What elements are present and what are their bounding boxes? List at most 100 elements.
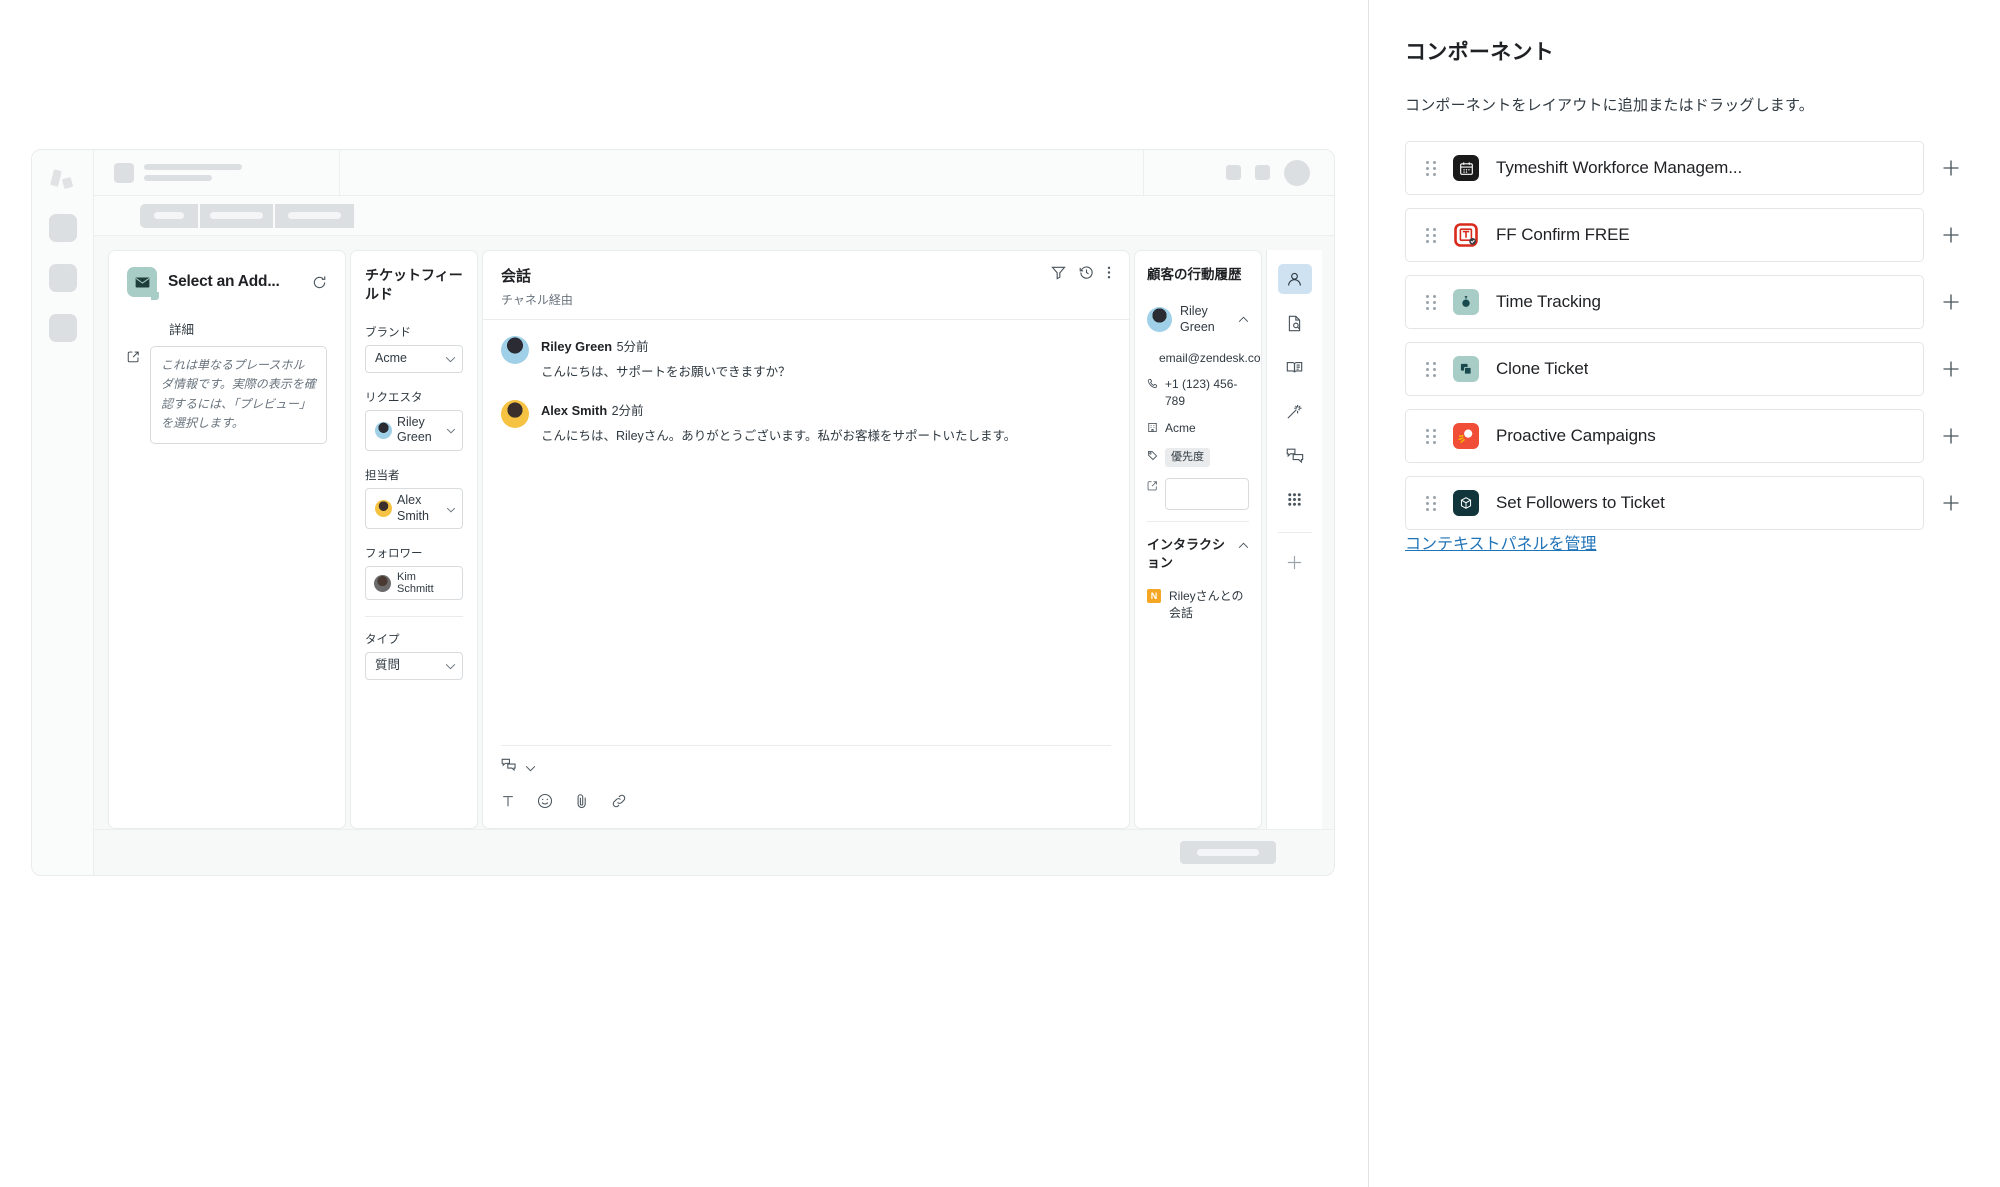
field-label: タイプ [365,634,400,647]
organization-icon [1147,420,1158,437]
phone-icon [1147,376,1158,393]
component-item-clone-ticket[interactable]: Clone Ticket [1405,342,1924,396]
refresh-icon[interactable] [312,275,327,290]
customer-phone: +1 (123) 456-789 [1165,377,1238,408]
apps-grid-icon[interactable] [1278,484,1312,514]
fields-divider [365,616,463,618]
message-time: 2分前 [611,404,644,418]
drag-handle-icon[interactable] [1426,361,1436,377]
chevron-down-icon [525,759,536,777]
field-type: タイプ 質問 [365,631,463,681]
component-label: Tymeshift Workforce Managem... [1496,158,1743,177]
knowledge-book-icon[interactable] [1278,352,1312,382]
drag-handle-icon[interactable] [1426,160,1436,176]
component-row: Proactive Campaigns [1405,409,1964,463]
customer-user-row[interactable]: Riley Green [1147,303,1249,336]
avatar-placeholder [1284,159,1310,186]
add-component-button[interactable] [1938,356,1964,382]
interaction-item[interactable]: N Rileyさんとの会話 [1147,588,1249,622]
calendar-app-icon [1453,155,1479,181]
message-author: Alex Smith [541,403,608,418]
add-component-button[interactable] [1938,155,1964,181]
component-row: Set Followers to Ticket [1405,476,1964,530]
conversation-messages: Riley Green 5分前 こんにちは、サポートをお願いできますか？ Ale… [483,320,1129,745]
note-edit-icon [1147,478,1158,495]
drag-handle-icon[interactable] [1426,227,1436,243]
topbar-middle-placeholder [340,150,1144,195]
preview-tabstrip [94,196,1334,236]
chevron-down-icon [445,352,456,366]
conversation-panel: 会話 チャネル経由 Riley Green 5分前 こんにちは、サポートをお願い… [482,250,1130,829]
side-panel-description: コンポーネントをレイアウトに追加またはドラッグします。 [1405,97,1814,114]
conversation-title-block: 会話 チャネル経由 [501,265,573,308]
conversation-title: 会話 [501,268,532,285]
customer-context-panel: 顧客の行動履歴 Riley Green email@zendesk.co +1 … [1134,250,1262,829]
add-icon[interactable] [1278,547,1312,577]
interactions-header[interactable]: インタラクション [1147,536,1249,572]
field-brand: ブランド Acme [365,324,463,373]
side-panel-title: コンポーネント [1405,41,1555,64]
layout-canvas: Select an Add... 詳細 これは単なるプレースホルダ情報です。実際… [0,0,1368,1187]
tag-icon [1147,448,1158,465]
component-item-time-tracking[interactable]: Time Tracking [1405,275,1924,329]
component-item-tymeshift[interactable]: Tymeshift Workforce Managem... [1405,141,1924,195]
conversation-subtitle: チャネル経由 [501,293,573,307]
topbar-window-controls [1144,150,1334,195]
drag-handle-icon[interactable] [1426,428,1436,444]
assignee-select[interactable]: Alex Smith [365,488,463,530]
emoji-icon[interactable] [537,793,553,814]
component-label: Clone Ticket [1496,359,1589,378]
requester-select[interactable]: Riley Green [365,409,463,452]
message-text: こんにちは、Rileyさん。ありがとうございます。私がお客様をサポートいたします… [541,429,1017,443]
chevron-down-icon [446,502,456,516]
field-label: リクエスタ [365,391,423,404]
attachment-icon[interactable] [575,793,589,814]
component-item-ff-confirm-free[interactable]: FF Confirm FREE [1405,208,1924,262]
avatar [375,500,392,518]
follower-chip[interactable]: Kim Schmitt [365,566,463,601]
filter-icon[interactable] [1051,265,1066,285]
field-assignee: 担当者 Alex Smith [365,467,463,530]
field-label: フォロワー [365,548,423,561]
tab-placeholder-3 [275,203,354,228]
manage-context-panel-link[interactable]: コンテキストパネルを管理 [1405,536,1597,553]
topbar-search-placeholder [94,150,340,195]
add-component-button[interactable] [1938,490,1964,516]
field-value: Acme [375,350,407,365]
add-component-button[interactable] [1938,423,1964,449]
component-label: FF Confirm FREE [1496,225,1630,244]
add-component-button[interactable] [1938,222,1964,248]
history-icon[interactable] [1079,265,1094,285]
document-search-icon[interactable] [1278,308,1312,338]
field-followers: フォロワー Kim Schmitt [365,545,463,601]
message-item: Alex Smith 2分前 こんにちは、Rileyさん。ありがとうございます。… [501,400,1111,446]
component-item-proactive-campaigns[interactable]: Proactive Campaigns [1405,409,1924,463]
chat-bubbles-icon[interactable] [1278,440,1312,470]
type-select[interactable]: 質問 [365,652,463,681]
customer-note-input[interactable] [1165,477,1249,510]
link-icon[interactable] [611,793,627,814]
drag-handle-icon[interactable] [1426,294,1436,310]
magic-wand-icon[interactable] [1278,396,1312,426]
add-component-button[interactable] [1938,289,1964,315]
drag-handle-icon[interactable] [1426,495,1436,511]
customer-org-row: Acme [1147,420,1249,437]
field-label: ブランド [365,326,411,339]
message-text: こんにちは、サポートをお願いできますか？ [541,365,791,379]
more-options-icon[interactable] [1107,265,1111,285]
field-value: Riley Green [397,414,432,445]
text-format-icon[interactable] [501,794,515,813]
stopwatch-app-icon [1453,289,1479,315]
composer-channel-selector[interactable] [483,746,1129,777]
note-badge-icon: N [1147,589,1161,604]
component-item-set-followers-to-ticket[interactable]: Set Followers to Ticket [1405,476,1924,530]
conversation-actions [1051,265,1111,285]
component-label: Time Tracking [1496,292,1601,311]
avatar [374,574,391,592]
message-time: 5分前 [616,340,649,354]
reply-icon [501,758,517,777]
message-body: Riley Green 5分前 こんにちは、サポートをお願いできますか？ [541,336,791,382]
brand-select[interactable]: Acme [365,344,463,373]
chevron-down-icon [445,659,456,673]
user-icon[interactable] [1277,264,1312,294]
